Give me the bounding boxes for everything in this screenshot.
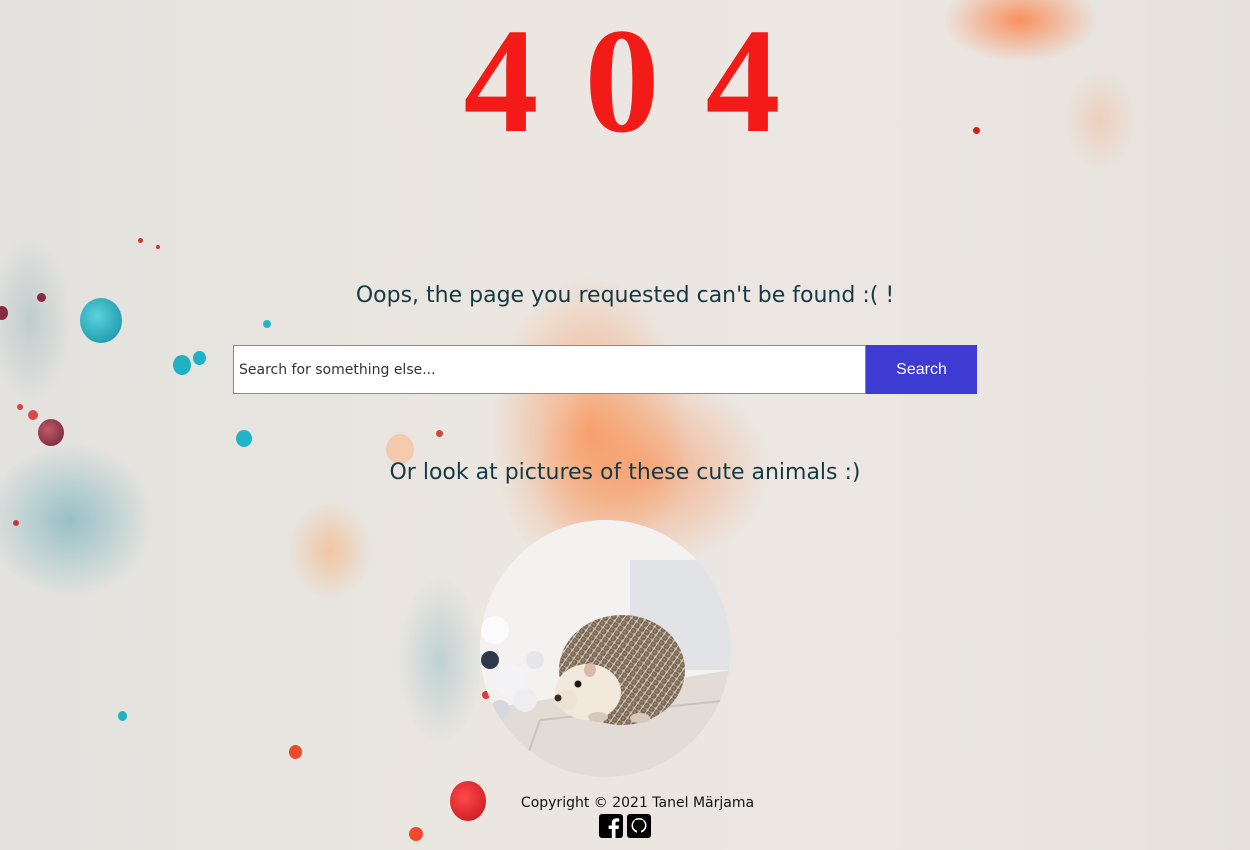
animals-message: Or look at pictures of these cute animal…	[389, 460, 861, 485]
paint-dot	[156, 245, 160, 249]
paint-dot	[38, 419, 64, 446]
paint-dot	[138, 238, 143, 243]
search-input[interactable]	[233, 345, 866, 394]
facebook-icon[interactable]	[599, 814, 623, 838]
error-code: 404	[463, 0, 827, 164]
hedgehog-illustration	[480, 520, 731, 777]
paint-dot	[263, 320, 271, 328]
hedgehog-image	[480, 520, 731, 777]
not-found-message: Oops, the page you requested can't be fo…	[355, 283, 895, 308]
paint-dot	[13, 520, 19, 526]
github-icon[interactable]	[627, 814, 651, 838]
paint-dot	[289, 745, 302, 759]
copyright-text: Copyright © 2021 Tanel Märjama	[520, 795, 755, 811]
paint-dot	[118, 711, 127, 721]
paint-dot	[236, 430, 252, 447]
social-links	[0, 814, 1250, 838]
paint-dot	[17, 404, 23, 410]
paint-dot	[173, 355, 191, 375]
paint-dot	[193, 351, 206, 365]
search-form: Search	[233, 345, 977, 394]
paint-dot	[28, 410, 38, 420]
footer: Copyright © 2021 Tanel Märjama	[0, 795, 1250, 838]
paint-dot	[436, 430, 443, 437]
paint-dot	[0, 306, 8, 320]
search-button[interactable]: Search	[866, 345, 977, 394]
